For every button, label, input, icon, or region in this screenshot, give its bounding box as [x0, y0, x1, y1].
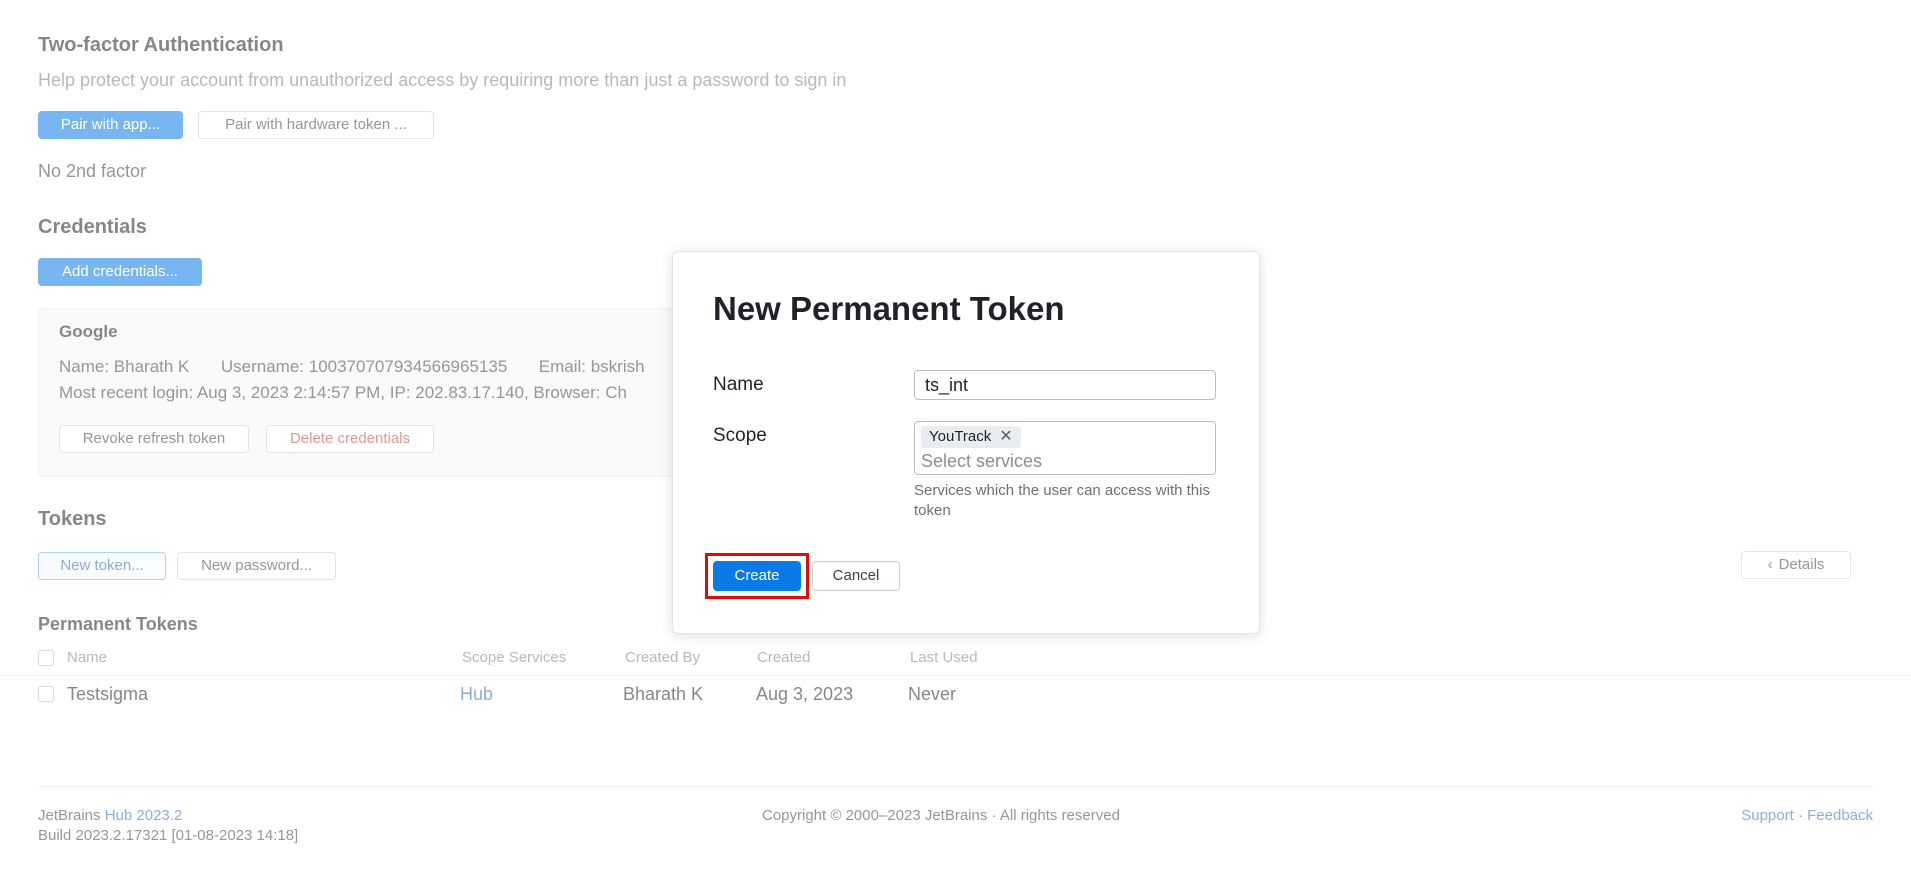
permanent-tokens-title: Permanent Tokens [38, 614, 198, 634]
column-header-name[interactable]: Name [67, 649, 107, 666]
credential-email: Email: bskrish [538, 357, 645, 376]
scope-hint: Services which the user can access with … [914, 482, 1210, 519]
footer-brand: JetBrains [38, 807, 101, 824]
column-header-scope[interactable]: Scope Services [462, 649, 566, 666]
tokens-title: Tokens [38, 508, 107, 530]
token-created: Aug 3, 2023 [756, 684, 854, 704]
column-header-created-by[interactable]: Created By [625, 649, 700, 666]
revoke-refresh-token-button[interactable]: Revoke refresh token [59, 425, 249, 453]
create-button[interactable]: Create [713, 561, 801, 591]
footer-build: Build 2023.2.17321 [01-08-2023 14:18] [38, 827, 299, 844]
token-name: Testsigma [67, 684, 149, 704]
table-divider [0, 675, 1911, 676]
footer-copyright: Copyright © 2000–2023 JetBrains · All ri… [762, 807, 1120, 824]
credential-name: Name: Bharath K [59, 357, 190, 376]
close-icon[interactable]: ✕ [999, 426, 1012, 448]
new-permanent-token-dialog: New Permanent Token Name ts_int Scope Yo… [672, 251, 1260, 634]
token-created-by: Bharath K [623, 684, 704, 704]
token-name-field[interactable]: ts_int [914, 370, 1216, 400]
footer-links: Support · Feedback [1741, 807, 1873, 824]
row-checkbox[interactable] [38, 686, 54, 702]
scope-select-field[interactable]: YouTrack ✕ Select services [914, 421, 1216, 475]
delete-credentials-button[interactable]: Delete credentials [266, 425, 434, 453]
footer-brand-line: JetBrains Hub 2023.2 [38, 807, 182, 824]
scope-tag-label: YouTrack [929, 428, 992, 445]
footer-separator: · [1797, 807, 1803, 824]
select-all-checkbox[interactable] [38, 650, 54, 666]
cancel-button[interactable]: Cancel [812, 561, 900, 591]
credentials-title: Credentials [38, 216, 147, 238]
credential-username: Username: 100370707934566965135 [220, 357, 508, 376]
new-password-button[interactable]: New password... [177, 552, 336, 580]
dialog-title: New Permanent Token [713, 290, 1065, 327]
support-link[interactable]: Support [1741, 807, 1794, 824]
name-label: Name [713, 374, 764, 395]
footer-product-link[interactable]: Hub 2023.2 [105, 807, 183, 824]
pair-with-hardware-token-button[interactable]: Pair with hardware token ... [198, 111, 434, 139]
credential-provider: Google [59, 322, 118, 341]
new-token-button[interactable]: New token... [38, 552, 166, 580]
credential-recent-login: Most recent login: Aug 3, 2023 2:14:57 P… [59, 383, 627, 402]
footer-divider [38, 786, 1873, 787]
column-header-created[interactable]: Created [757, 649, 810, 666]
column-header-last-used[interactable]: Last Used [910, 649, 978, 666]
two-factor-description: Help protect your account from unauthori… [38, 70, 847, 90]
two-factor-status: No 2nd factor [38, 161, 147, 181]
details-button[interactable]: ‹ Details [1741, 551, 1851, 579]
two-factor-title: Two-factor Authentication [38, 34, 284, 56]
scope-placeholder: Select services [921, 451, 1043, 471]
pair-with-app-button[interactable]: Pair with app... [38, 111, 183, 139]
credential-details-line: Name: Bharath K Username: 10037070793456… [59, 357, 645, 377]
scope-tag-youtrack: YouTrack ✕ [921, 426, 1021, 448]
scope-label: Scope [713, 425, 767, 446]
details-label: Details [1778, 556, 1825, 573]
token-name-value: ts_int [925, 375, 969, 395]
token-last-used: Never [908, 684, 957, 704]
token-scope-link[interactable]: Hub [460, 684, 493, 705]
feedback-link[interactable]: Feedback [1807, 807, 1873, 824]
add-credentials-button[interactable]: Add credentials... [38, 258, 202, 286]
chevron-left-icon: ‹ [1767, 556, 1773, 573]
google-credential-card: Google Name: Bharath K Username: 1003707… [38, 308, 690, 477]
